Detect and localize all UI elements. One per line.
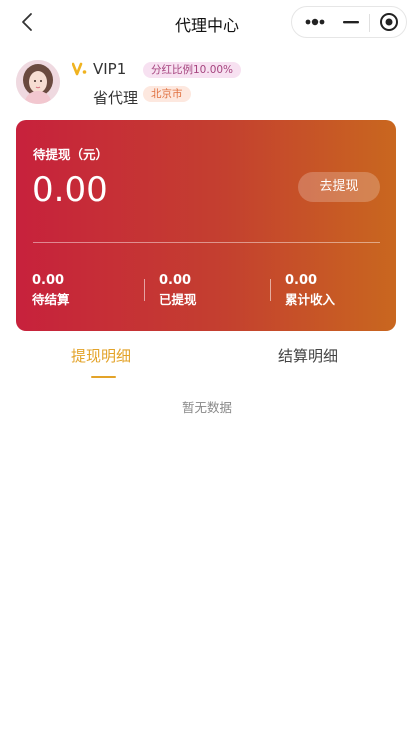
stat-value: 0.00 — [32, 273, 65, 288]
stat-value: 0.00 — [159, 273, 192, 288]
avatar[interactable] — [16, 60, 60, 104]
stat-value: 0.00 — [285, 273, 318, 288]
stat-divider — [270, 279, 271, 301]
target-circle-icon[interactable] — [374, 7, 404, 37]
active-tab-indicator — [91, 376, 116, 378]
withdraw-button[interactable]: 去提现 — [298, 172, 380, 202]
empty-state-text: 暂无数据 — [181, 400, 232, 415]
minus-icon[interactable] — [338, 7, 368, 37]
dividend-ratio-badge: 分红比例10.00% — [143, 62, 242, 78]
stat-label: 待结算 — [32, 292, 70, 307]
pending-withdrawal-label: 待提现（元） — [33, 147, 109, 162]
stat-total-income: 0.00 累计收入 — [285, 272, 335, 309]
stat-withdrawn: 0.00 已提现 — [159, 272, 197, 309]
stat-divider — [144, 279, 145, 301]
vip-level-text: VIP1 — [93, 60, 127, 78]
city-badge: 北京市 — [143, 86, 191, 102]
mini-program-capsule — [291, 6, 407, 38]
agent-role-text: 省代理 — [93, 89, 139, 107]
navigation-bar: 代理中心 — [0, 0, 414, 44]
vip-v-icon — [71, 61, 88, 76]
balance-card: 待提现（元） 0.00 去提现 0.00 待结算 0.00 已提现 0.00 累… — [16, 120, 396, 331]
tab-withdrawal-details[interactable]: 提现明细 — [71, 345, 131, 366]
tab-settlement-details[interactable]: 结算明细 — [278, 345, 338, 366]
pending-withdrawal-amount: 0.00 — [32, 170, 108, 210]
stat-pending-settlement: 0.00 待结算 — [32, 272, 70, 309]
stat-label: 已提现 — [159, 292, 197, 307]
card-divider — [33, 242, 380, 243]
capsule-divider — [369, 14, 370, 32]
stat-label: 累计收入 — [285, 292, 336, 307]
